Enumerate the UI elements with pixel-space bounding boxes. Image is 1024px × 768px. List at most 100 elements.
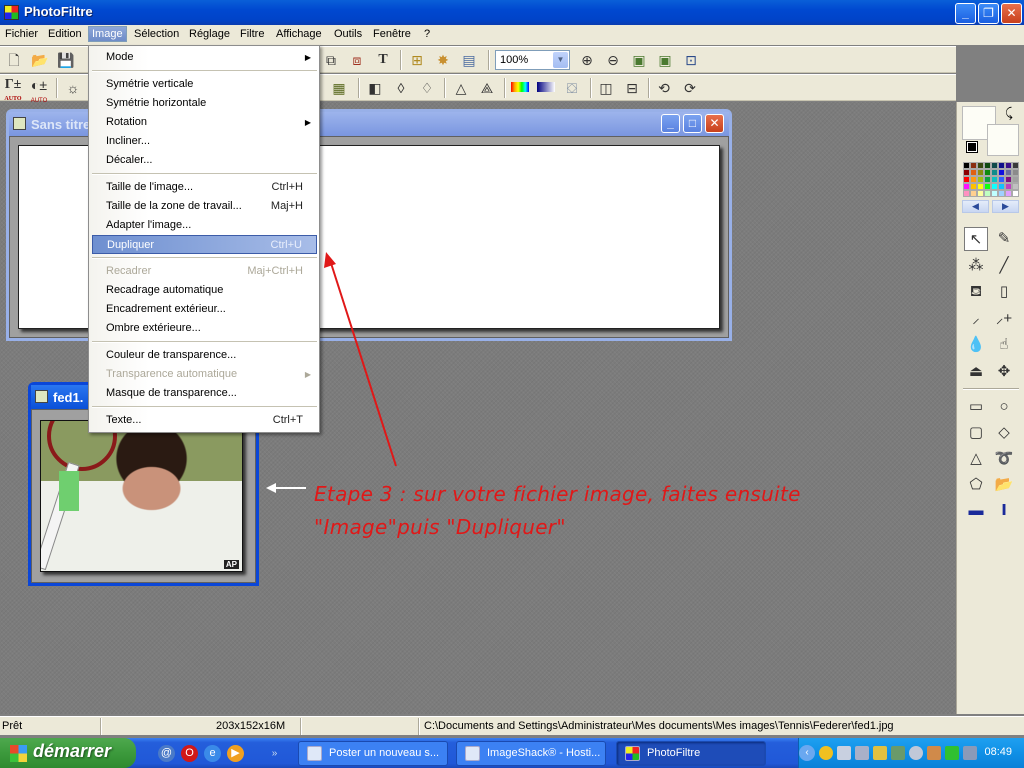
palette-swatch[interactable]	[991, 169, 998, 176]
task-photofiltre[interactable]: PhotoFiltre	[616, 741, 766, 766]
eyedropper-icon[interactable]: ✎	[992, 227, 1016, 251]
grid-icon[interactable]: ▦	[330, 79, 348, 97]
menu-item-taille-de-l-image[interactable]: Taille de l'image... Ctrl+H	[92, 178, 317, 197]
drops-icon[interactable]: ♢	[418, 79, 436, 97]
ellipse-icon[interactable]: ○	[992, 395, 1016, 419]
palette-swatch[interactable]	[1005, 176, 1012, 183]
palette-swatch[interactable]	[970, 162, 977, 169]
menu-edition[interactable]: Edition	[48, 28, 82, 40]
zoom-level-select[interactable]: 100% ▼	[495, 50, 570, 70]
spray-icon[interactable]: ▯	[992, 280, 1016, 304]
gamma-auto-icon[interactable]: Γ± AUTO	[4, 78, 22, 103]
paste-picture-icon[interactable]: ⧈	[348, 51, 366, 69]
text-icon[interactable]: T	[374, 51, 392, 69]
menu-affichage[interactable]: Affichage	[276, 28, 322, 40]
open-icon[interactable]: 📂	[31, 51, 49, 69]
menu-selection[interactable]: Sélection	[134, 28, 179, 40]
palette-swatch[interactable]	[970, 176, 977, 183]
rotate-left-icon[interactable]: ⟲	[655, 79, 673, 97]
contrast-auto-icon[interactable]: ◐± AUTO	[30, 78, 48, 104]
zoom-out-icon[interactable]: ⊖	[604, 51, 622, 69]
doc-maximize-button[interactable]: □	[683, 114, 702, 133]
palette-swatch[interactable]	[977, 176, 984, 183]
polygon-icon[interactable]: ⬠	[964, 473, 988, 497]
paint-bucket-icon[interactable]: ⛾	[964, 280, 988, 304]
ie-icon[interactable]: e	[204, 745, 221, 762]
palette-swatch[interactable]	[991, 190, 998, 197]
palette-swatch[interactable]	[977, 169, 984, 176]
menu-item-rotation[interactable]: Rotation ▶	[92, 113, 317, 132]
palette-swatch[interactable]	[984, 162, 991, 169]
palette-swatch[interactable]	[984, 176, 991, 183]
advanced-brush-icon[interactable]: ⸝+	[992, 307, 1016, 331]
palette-swatch[interactable]	[991, 176, 998, 183]
palette-next-button[interactable]: ▶	[992, 200, 1019, 213]
quicklaunch-more-icon[interactable]: »	[266, 745, 283, 762]
users-icon[interactable]	[927, 746, 941, 760]
horizontal-select-icon[interactable]: ▬	[964, 499, 988, 523]
display-icon[interactable]	[891, 746, 905, 760]
palette-swatch[interactable]	[998, 162, 1005, 169]
doc-close-button[interactable]: ✕	[705, 114, 724, 133]
lasso-icon[interactable]: ➰	[992, 447, 1016, 471]
restore-button[interactable]: ❐	[978, 3, 999, 24]
palette-swatch[interactable]	[963, 183, 970, 190]
menu-filtre[interactable]: Filtre	[240, 28, 264, 40]
gradient-rainbow-icon[interactable]	[511, 82, 529, 92]
negative-icon[interactable]: ⛋	[563, 79, 581, 97]
task-poster[interactable]: Poster un nouveau s...	[298, 741, 448, 766]
copy-picture-icon[interactable]: ⧉	[322, 51, 340, 69]
menu-item-incliner[interactable]: Incliner...	[92, 132, 317, 151]
menu-reglage[interactable]: Réglage	[189, 28, 230, 40]
new-icon[interactable]: 🗋	[5, 51, 23, 69]
menu-item-symetrie-horizontale[interactable]: Symétrie horizontale	[92, 94, 317, 113]
tray-expand-icon[interactable]: ‹	[799, 745, 815, 761]
computer-icon[interactable]	[963, 746, 977, 760]
menu-item-couleur-de-transparence[interactable]: Couleur de transparence...	[92, 346, 317, 365]
flip-horizontal-icon[interactable]: ◫	[597, 79, 615, 97]
menu-item-decaler[interactable]: Décaler...	[92, 151, 317, 170]
rotate-right-icon[interactable]: ⟳	[681, 79, 699, 97]
menu-outils[interactable]: Outils	[334, 28, 362, 40]
tray-app-icon[interactable]	[819, 746, 833, 760]
menu-item-mode[interactable]: Mode ▶	[92, 48, 317, 67]
fit-image-icon[interactable]: ▣	[630, 51, 648, 69]
palette-swatch[interactable]	[963, 162, 970, 169]
menu-item-taille-de-la-zone-de-travail[interactable]: Taille de la zone de travail... Maj+H	[92, 197, 317, 216]
palette-swatch[interactable]	[977, 183, 984, 190]
palette-swatch[interactable]	[1012, 176, 1019, 183]
palette-swatch[interactable]	[970, 183, 977, 190]
palette-swatch[interactable]	[1012, 169, 1019, 176]
diamond-icon[interactable]: ◇	[992, 421, 1016, 445]
sharpen-icon[interactable]: △	[452, 79, 470, 97]
tennis-player-photo[interactable]: AP	[40, 420, 243, 572]
menu-fichier[interactable]: Fichier	[5, 28, 38, 40]
drop-icon[interactable]: ◊	[392, 79, 410, 97]
palette-swatch[interactable]	[1005, 190, 1012, 197]
doc-minimize-button[interactable]: _	[661, 114, 680, 133]
palette-swatch[interactable]	[991, 162, 998, 169]
background-color-swatch[interactable]	[987, 124, 1019, 156]
menu-item-ombre-exterieure[interactable]: Ombre extérieure...	[92, 319, 317, 338]
line-icon[interactable]: ╱	[992, 254, 1016, 278]
triangle-icon[interactable]: △	[964, 447, 988, 471]
flip-vertical-icon[interactable]: ⊟	[623, 79, 641, 97]
menu-item-adapter-l-image[interactable]: Adapter l'image...	[92, 216, 317, 235]
palette-swatch[interactable]	[1012, 162, 1019, 169]
stamp-icon[interactable]: ⏏	[964, 360, 988, 384]
palette-swatch[interactable]	[991, 183, 998, 190]
brush-icon[interactable]: ⸝	[964, 307, 988, 331]
chevron-down-icon[interactable]: ▼	[553, 52, 568, 68]
menu-item-texte[interactable]: Texte... Ctrl+T	[92, 411, 317, 430]
palette-swatch[interactable]	[970, 190, 977, 197]
network-icon[interactable]	[837, 746, 851, 760]
plugin-icon[interactable]: ✸	[434, 51, 452, 69]
security-warning-icon[interactable]	[873, 746, 887, 760]
palette-swatch[interactable]	[984, 169, 991, 176]
start-button[interactable]: démarrer	[0, 738, 136, 768]
zoom-in-icon[interactable]: ⊕	[578, 51, 596, 69]
palette-swatch[interactable]	[977, 162, 984, 169]
palette-swatch[interactable]	[1005, 162, 1012, 169]
palette-swatch[interactable]	[963, 190, 970, 197]
task-imageshack[interactable]: ImageShack® - Hosti...	[456, 741, 606, 766]
